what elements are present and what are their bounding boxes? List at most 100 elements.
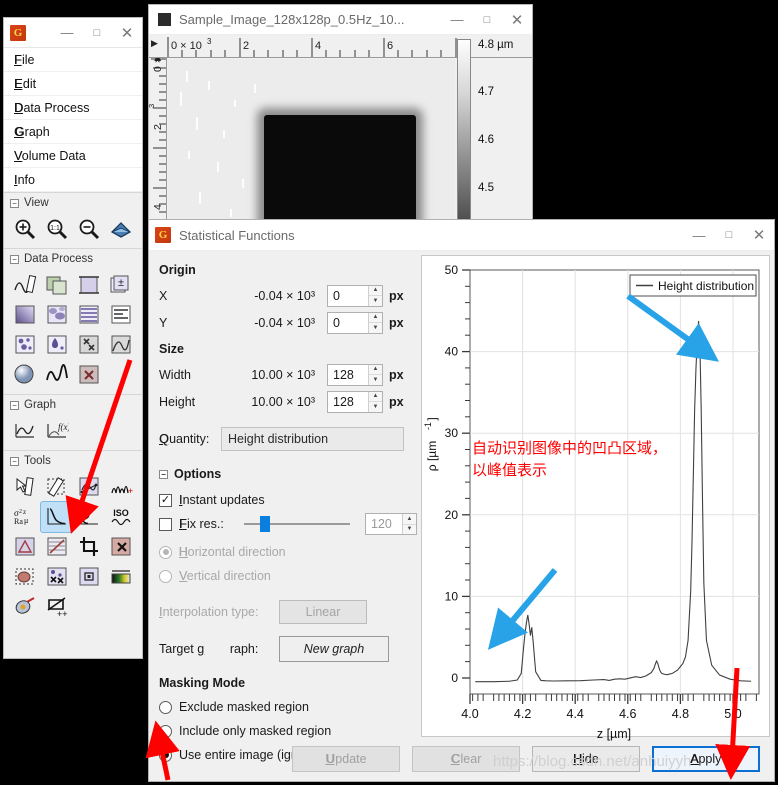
origin-x-stepper[interactable]: 0 ▲ ▼: [327, 284, 383, 307]
toolbox-section-data-process-header[interactable]: − Data Process: [4, 248, 142, 268]
3d-view-icon[interactable]: [105, 214, 137, 244]
stepper-up-icon[interactable]: ▲: [403, 514, 416, 525]
crop-icon[interactable]: [73, 270, 105, 300]
stepper-up-icon[interactable]: ▲: [369, 391, 382, 402]
masking-exclude-row[interactable]: Exclude masked region: [159, 695, 417, 719]
collapse-icon[interactable]: −: [10, 198, 19, 208]
menu-item-data-process[interactable]: DData Process: [4, 96, 142, 120]
sphere-icon[interactable]: [9, 360, 41, 390]
zoom-tool-icon[interactable]: [73, 562, 105, 592]
minimize-icon[interactable]: —: [52, 18, 82, 47]
line-level-icon[interactable]: [41, 532, 73, 562]
stepper-up-icon[interactable]: ▲: [369, 285, 382, 296]
slider-handle[interactable]: [260, 516, 270, 532]
filter-icon[interactable]: [9, 592, 41, 622]
origin-x-value[interactable]: 0: [328, 286, 368, 306]
line-correct-icon[interactable]: [73, 300, 105, 330]
size-height-stepper[interactable]: 128 ▲ ▼: [327, 390, 383, 413]
height-distribution-graph[interactable]: 50 40 30 20 10 0 ρ [µm -1 ] 4.0 4.2 4.4 …: [421, 255, 770, 741]
fix-res-checkbox[interactable]: [159, 517, 172, 531]
menu-item-info[interactable]: IInfo: [4, 168, 142, 192]
mask-edit-icon[interactable]: ++: [41, 592, 73, 622]
profile-icon[interactable]: [73, 472, 105, 502]
instant-updates-checkbox[interactable]: ✓: [159, 493, 172, 507]
maximize-icon[interactable]: □: [472, 5, 502, 34]
fft-filter-icon[interactable]: [105, 330, 137, 360]
toolbox-section-graph-header[interactable]: − Graph: [4, 394, 142, 414]
stepper-down-icon[interactable]: ▼: [369, 375, 382, 385]
horizontal-direction-row[interactable]: HHorizontal direction: [159, 540, 417, 564]
gradient-icon[interactable]: [9, 300, 41, 330]
maximize-icon[interactable]: □: [82, 18, 112, 47]
stepper-up-icon[interactable]: ▲: [369, 364, 382, 375]
distance-icon[interactable]: [41, 472, 73, 502]
fix-res-row[interactable]: FFix res.: 120 ▲ ▼: [159, 512, 417, 536]
slope-icon[interactable]: [9, 532, 41, 562]
menu-item-file[interactable]: FFile: [4, 48, 142, 72]
spot-remove-icon[interactable]: [41, 562, 73, 592]
grain-mark-icon[interactable]: [9, 330, 41, 360]
afm-image-canvas[interactable]: [168, 59, 455, 226]
maximize-icon[interactable]: □: [714, 221, 744, 250]
multi-layer-icon[interactable]: ±: [105, 270, 137, 300]
toolbox-section-tools-header[interactable]: − Tools: [4, 450, 142, 470]
zoom-1-1-icon[interactable]: 1:1: [41, 214, 73, 244]
line-stats-icon[interactable]: [73, 502, 105, 532]
level-icon[interactable]: [9, 270, 41, 300]
masking-include-radio[interactable]: [159, 724, 172, 738]
options-group-header[interactable]: − Options: [159, 467, 417, 481]
arithmetic-icon[interactable]: [41, 270, 73, 300]
stepper-down-icon[interactable]: ▼: [369, 296, 382, 306]
masking-exclude-radio[interactable]: [159, 700, 172, 714]
menu-item-volume-data[interactable]: VVolume Data: [4, 144, 142, 168]
grain-measure-icon[interactable]: [9, 562, 41, 592]
drop-icon[interactable]: [41, 330, 73, 360]
menu-item-graph[interactable]: GGraph: [4, 120, 142, 144]
statistical-functions-icon[interactable]: [40, 501, 74, 533]
stepper-down-icon[interactable]: ▼: [403, 524, 416, 534]
instant-updates-row[interactable]: ✓ IInstant updates: [159, 488, 417, 512]
stepper-up-icon[interactable]: ▲: [369, 312, 382, 323]
zoom-out-icon[interactable]: [73, 214, 105, 244]
fix-res-value[interactable]: 120: [366, 514, 402, 534]
remove-spots-icon[interactable]: [73, 330, 105, 360]
collapse-icon[interactable]: −: [159, 469, 168, 479]
origin-y-value[interactable]: 0: [328, 313, 368, 333]
grains-icon[interactable]: [41, 300, 73, 330]
close-icon[interactable]: ✕: [112, 18, 142, 47]
horizontal-direction-radio[interactable]: [159, 545, 172, 559]
stepper-down-icon[interactable]: ▼: [369, 402, 382, 412]
spectro-icon[interactable]: +: [105, 472, 137, 502]
fix-res-stepper[interactable]: 120 ▲ ▼: [365, 513, 417, 535]
stats-quantities-icon[interactable]: σ 2 z Ra μ: [9, 502, 41, 532]
toolbox-section-view-header[interactable]: − View: [4, 192, 142, 212]
graph-function-icon[interactable]: f(x): [41, 416, 73, 446]
fix-res-slider[interactable]: [244, 516, 350, 532]
collapse-icon[interactable]: −: [10, 254, 19, 264]
target-graph-combobox[interactable]: New graph: [279, 636, 389, 662]
mask-remove-icon[interactable]: [73, 360, 105, 390]
collapse-icon[interactable]: −: [10, 400, 19, 410]
graph-icon[interactable]: [9, 416, 41, 446]
size-width-stepper[interactable]: 128 ▲ ▼: [327, 363, 383, 386]
stepper-down-icon[interactable]: ▼: [369, 323, 382, 333]
iso-roughness-icon[interactable]: ISO: [105, 502, 137, 532]
quantity-combobox[interactable]: Height distribution: [221, 427, 404, 451]
minimize-icon[interactable]: —: [442, 5, 472, 34]
vertical-direction-row[interactable]: VVertical direction: [159, 564, 417, 588]
pointer-measure-icon[interactable]: [9, 472, 41, 502]
zoom-in-icon[interactable]: [9, 214, 41, 244]
wave-icon[interactable]: [41, 360, 73, 390]
size-width-value[interactable]: 128: [328, 365, 368, 385]
close-icon[interactable]: ✕: [744, 221, 774, 250]
origin-y-stepper[interactable]: 0 ▲ ▼: [327, 311, 383, 334]
update-button[interactable]: U Update: [292, 746, 400, 772]
minimize-icon[interactable]: —: [684, 221, 714, 250]
collapse-icon[interactable]: −: [10, 456, 19, 466]
color-range-icon[interactable]: [105, 562, 137, 592]
size-height-value[interactable]: 128: [328, 392, 368, 412]
vertical-direction-radio[interactable]: [159, 569, 172, 583]
row-align-icon[interactable]: [105, 300, 137, 330]
mask-remove-tool-icon[interactable]: [105, 532, 137, 562]
close-icon[interactable]: ✕: [502, 5, 532, 34]
